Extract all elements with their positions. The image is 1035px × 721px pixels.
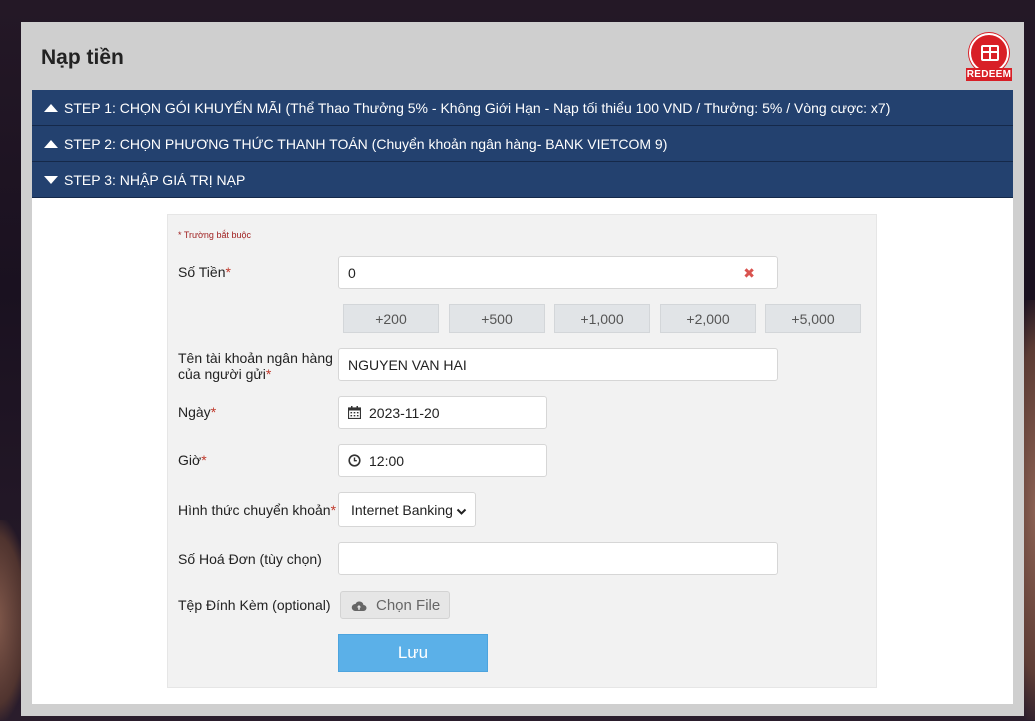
step-1-label: STEP 1: CHỌN GÓI KHUYẾN MÃI (Thể Thao Th… bbox=[64, 99, 891, 116]
account-name-input[interactable]: NGUYEN VAN HAI bbox=[338, 348, 778, 381]
invoice-label: Số Hoá Đơn (tùy chọn) bbox=[178, 551, 322, 567]
step-3-label: STEP 3: NHẬP GIÁ TRỊ NẠP bbox=[64, 171, 246, 188]
account-name-value: NGUYEN VAN HAI bbox=[348, 356, 467, 373]
caret-up-icon bbox=[44, 139, 58, 148]
gift-icon bbox=[969, 33, 1009, 73]
step-1-header[interactable]: STEP 1: CHỌN GÓI KHUYẾN MÃI (Thể Thao Th… bbox=[32, 90, 1013, 126]
caret-up-icon bbox=[44, 103, 58, 112]
required-note: * Trường bắt buộc bbox=[178, 230, 251, 240]
time-input[interactable]: 12:00 bbox=[338, 444, 547, 477]
step-2-header[interactable]: STEP 2: CHỌN PHƯƠNG THỨC THANH TOÁN (Chu… bbox=[32, 126, 1013, 162]
caret-down-icon bbox=[44, 175, 58, 184]
transfer-method-label: Hình thức chuyển khoản* bbox=[178, 502, 337, 518]
quick-amount-5000-button[interactable]: +5,000 bbox=[765, 304, 861, 333]
cloud-upload-icon bbox=[351, 599, 367, 611]
redeem-label: REDEEM bbox=[966, 68, 1012, 81]
invoice-input[interactable] bbox=[338, 542, 778, 575]
quick-amount-2000-button[interactable]: +2,000 bbox=[660, 304, 756, 333]
date-input[interactable]: 2023-11-20 bbox=[338, 396, 547, 429]
page-title: Nạp tiền bbox=[41, 46, 124, 69]
redeem-button[interactable]: REDEEM bbox=[966, 33, 1012, 83]
transfer-method-value: Internet Banking bbox=[351, 501, 453, 518]
date-value: 2023-11-20 bbox=[369, 404, 440, 421]
amount-label: Số Tiền* bbox=[178, 264, 231, 280]
quick-amount-500-button[interactable]: +500 bbox=[449, 304, 545, 333]
chevron-down-icon bbox=[456, 504, 467, 520]
attachment-label: Tệp Đính Kèm (optional) bbox=[178, 597, 331, 613]
calendar-icon bbox=[347, 406, 362, 420]
time-value: 12:00 bbox=[369, 452, 405, 469]
transfer-method-select[interactable]: Internet Banking bbox=[338, 492, 476, 527]
clock-icon bbox=[348, 454, 361, 467]
quick-amount-200-button[interactable]: +200 bbox=[343, 304, 439, 333]
choose-file-button[interactable]: Chọn File bbox=[340, 591, 450, 619]
step-3-header[interactable]: STEP 3: NHẬP GIÁ TRỊ NẠP bbox=[32, 162, 1013, 198]
choose-file-label: Chọn File bbox=[376, 596, 441, 614]
step-2-label: STEP 2: CHỌN PHƯƠNG THỨC THANH TOÁN (Chu… bbox=[64, 135, 668, 152]
date-label: Ngày* bbox=[178, 404, 217, 420]
quick-amount-1000-button[interactable]: +1,000 bbox=[554, 304, 650, 333]
deposit-panel: Nạp tiền REDEEM STEP 1: CHỌN GÓI KHUYẾN … bbox=[21, 22, 1024, 716]
clear-icon[interactable]: ✖ bbox=[743, 265, 755, 282]
time-label: Giờ* bbox=[178, 452, 207, 468]
save-button[interactable]: Lưu bbox=[338, 634, 488, 672]
step-3-content: * Trường bắt buộc Số Tiền* 0 ✖ +200 +500… bbox=[32, 198, 1013, 704]
account-name-label: Tên tài khoản ngân hàng của người gửi* bbox=[178, 350, 333, 382]
amount-input[interactable]: 0 ✖ bbox=[338, 256, 778, 289]
amount-value: 0 bbox=[348, 264, 356, 281]
panel-header: Nạp tiền REDEEM bbox=[21, 22, 1024, 90]
deposit-form: * Trường bắt buộc Số Tiền* 0 ✖ +200 +500… bbox=[167, 214, 877, 688]
